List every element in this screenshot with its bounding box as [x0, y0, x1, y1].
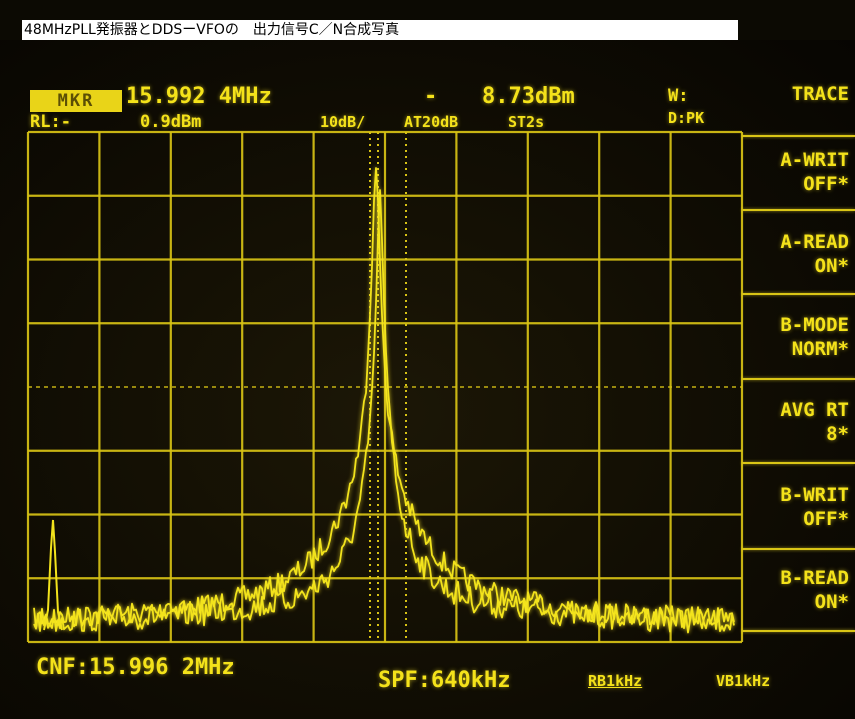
softkey-a-read[interactable]: A-READ ON* — [745, 230, 855, 278]
center-frequency: CNF:15.996 2MHz — [36, 655, 235, 680]
softkey-trace-label: TRACE — [791, 83, 849, 105]
softkey-divider — [742, 135, 855, 137]
softkey-avg-rate-label: AVG RT — [780, 399, 849, 421]
vertical-scale: 10dB/ — [320, 113, 366, 131]
softkey-b-mode-value: NORM* — [791, 338, 849, 360]
softkey-divider — [742, 630, 855, 632]
softkey-trace[interactable]: TRACE — [745, 82, 855, 106]
softkey-b-read[interactable]: B-READ ON* — [745, 566, 855, 614]
softkey-b-mode[interactable]: B-MODE NORM* — [745, 313, 855, 361]
softkey-b-write-label: B-WRIT — [780, 484, 849, 506]
frequency-span: SPF:640kHz — [378, 668, 511, 693]
softkey-divider — [742, 209, 855, 211]
softkey-b-write-value: OFF* — [803, 508, 849, 530]
softkey-b-write[interactable]: B-WRIT OFF* — [745, 483, 855, 531]
softkey-avg-rate-value: 8* — [826, 423, 849, 445]
sweep-time: ST2s — [508, 113, 545, 131]
softkey-divider — [742, 462, 855, 464]
softkey-a-write-value: OFF* — [803, 173, 849, 195]
softkey-divider — [742, 293, 855, 295]
softkey-divider — [742, 378, 855, 380]
detector-mode: D:PK — [668, 109, 705, 127]
resolution-bandwidth: RB1kHz — [588, 672, 643, 690]
reference-level-value: 0.9dBm — [140, 112, 202, 132]
video-bandwidth: VB1kHz — [716, 672, 771, 690]
graticule — [26, 130, 744, 644]
softkey-a-read-label: A-READ — [780, 231, 849, 253]
marker-level-sign: - — [424, 84, 438, 109]
softkey-avg-rate[interactable]: AVG RT 8* — [745, 398, 855, 446]
marker-frequency: 15.992 4MHz — [126, 84, 272, 109]
marker-level: 8.73dBm — [482, 84, 575, 109]
reference-level-label: RL:- — [30, 112, 71, 132]
softkey-a-read-value: ON* — [814, 255, 849, 277]
softkey-divider — [742, 548, 855, 550]
window-indicator: W: — [668, 86, 689, 106]
softkey-b-read-value: ON* — [814, 591, 849, 613]
softkey-a-write-label: A-WRIT — [780, 149, 849, 171]
attenuation: AT20dB — [404, 113, 459, 131]
softkey-a-write[interactable]: A-WRIT OFF* — [745, 148, 855, 196]
softkey-b-read-label: B-READ — [780, 567, 849, 589]
softkey-b-mode-label: B-MODE — [780, 314, 849, 336]
marker-badge[interactable]: MKR — [30, 90, 122, 112]
